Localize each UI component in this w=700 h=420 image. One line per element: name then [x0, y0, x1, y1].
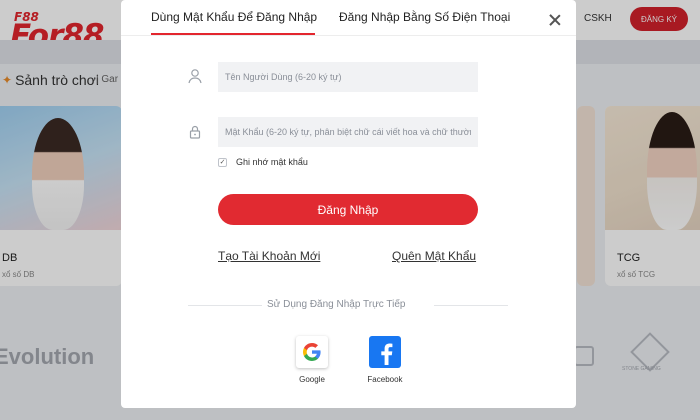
- remember-checkbox[interactable]: ✓: [218, 157, 227, 167]
- login-modal: Dùng Mật Khẩu Để Đăng Nhập Đăng Nhập Bằn…: [121, 0, 576, 408]
- divider-right: [434, 305, 508, 306]
- lock-icon: [189, 125, 201, 139]
- create-account-link[interactable]: Tạo Tài Khoản Mới: [218, 249, 320, 263]
- active-tab-indicator: [151, 33, 315, 35]
- tab-phone-login[interactable]: Đăng Nhập Bằng Số Điện Thoại: [339, 10, 510, 24]
- remember-label: Ghi nhớ mật khẩu: [236, 157, 308, 167]
- tab-password-login[interactable]: Dùng Mật Khẩu Để Đăng Nhập: [151, 10, 317, 24]
- google-label: Google: [299, 375, 325, 384]
- password-input[interactable]: [218, 117, 478, 147]
- login-tabs: Dùng Mật Khẩu Để Đăng Nhập Đăng Nhập Bằn…: [121, 0, 576, 36]
- user-icon: [188, 69, 202, 84]
- username-input[interactable]: [218, 62, 478, 92]
- google-login-button[interactable]: Google: [292, 336, 332, 384]
- facebook-label: Facebook: [367, 375, 403, 384]
- google-icon: [296, 336, 328, 368]
- direct-login-label: Sử Dụng Đăng Nhập Trực Tiếp: [267, 299, 406, 310]
- forgot-password-link[interactable]: Quên Mật Khẩu: [392, 249, 476, 263]
- facebook-icon: [369, 336, 401, 368]
- login-button[interactable]: Đăng Nhập: [218, 194, 478, 225]
- divider-left: [188, 305, 262, 306]
- facebook-login-button[interactable]: Facebook: [365, 336, 405, 384]
- close-icon[interactable]: [547, 12, 563, 28]
- remember-password[interactable]: ✓ Ghi nhớ mật khẩu: [218, 157, 308, 167]
